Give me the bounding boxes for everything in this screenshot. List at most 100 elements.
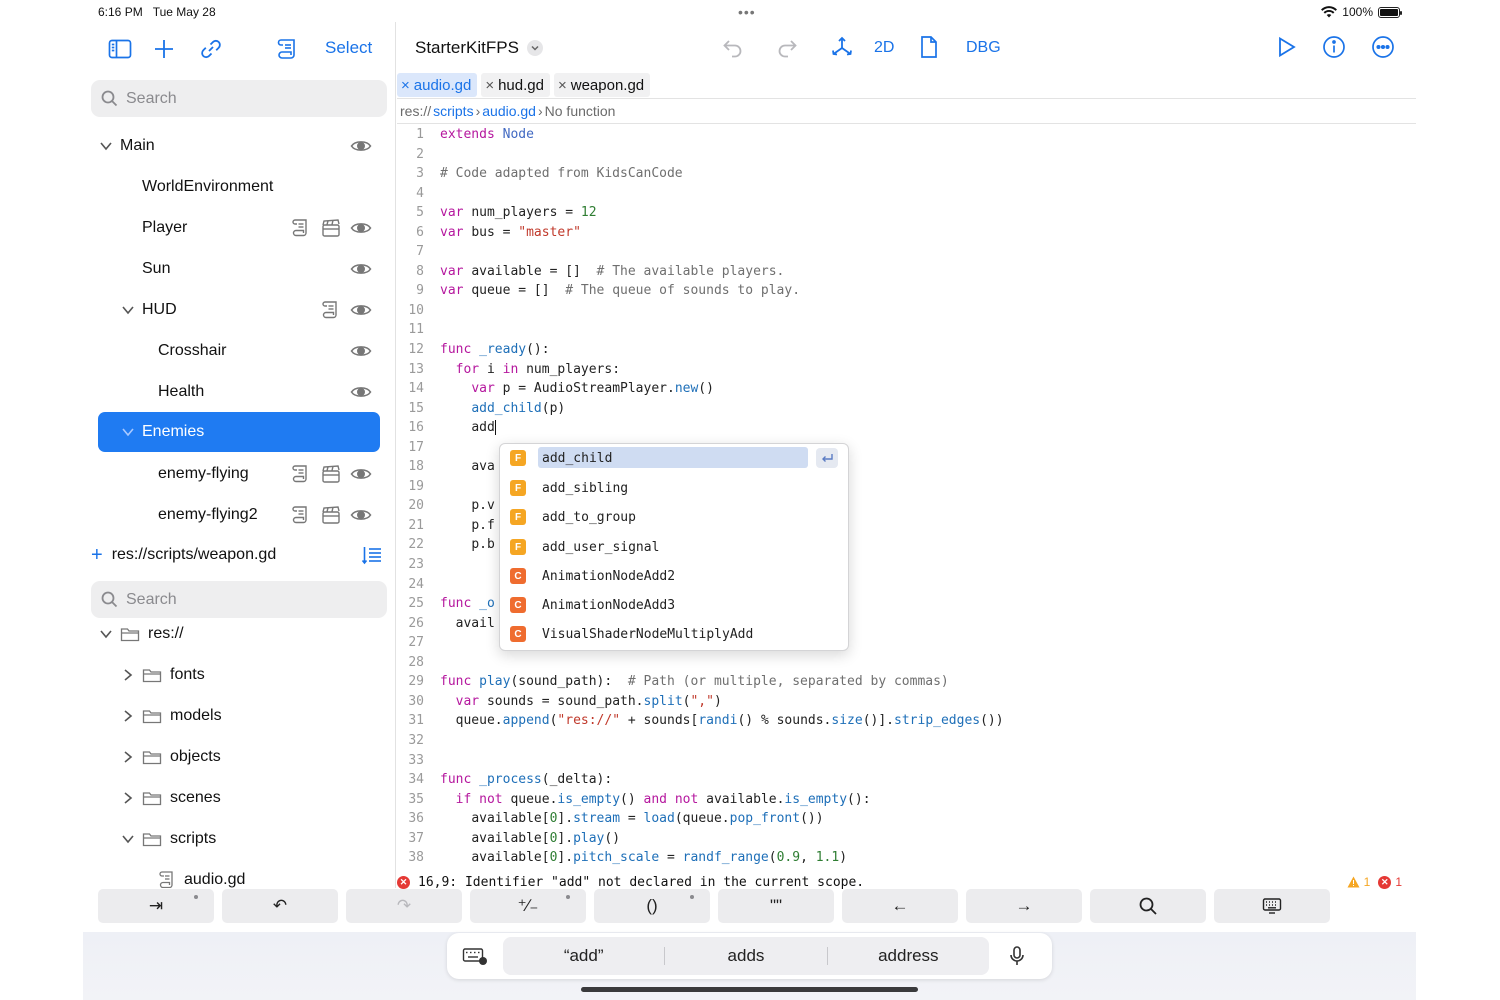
tree-node-crosshair[interactable]: Crosshair [98, 333, 380, 369]
script-icon[interactable] [290, 463, 312, 485]
chevron-down-icon[interactable] [98, 626, 114, 642]
script-icon[interactable] [320, 299, 342, 321]
debug-button[interactable]: DBG [966, 39, 1001, 57]
breadcrumb-folder[interactable]: scripts [433, 103, 473, 119]
file-node-res[interactable]: res:// [98, 616, 380, 652]
prediction-item[interactable]: adds [665, 946, 826, 966]
breadcrumb-file[interactable]: audio.gd [482, 103, 536, 119]
chevron-right-icon[interactable] [120, 708, 136, 724]
script-icon[interactable] [290, 217, 312, 239]
tree-node-main[interactable]: Main [98, 128, 380, 164]
search-key[interactable] [1090, 889, 1206, 923]
parentheses-key[interactable]: () [594, 889, 710, 923]
add-node-icon[interactable] [151, 36, 177, 62]
redo-key[interactable]: ↷ [346, 889, 462, 923]
project-selector[interactable]: StarterKitFPS [415, 38, 543, 58]
play-icon[interactable] [1273, 34, 1299, 65]
clapperboard-icon[interactable] [320, 217, 342, 239]
prediction-item[interactable]: address [828, 946, 989, 966]
clapperboard-icon[interactable] [320, 504, 342, 526]
left-arrow-key[interactable]: ← [842, 889, 958, 923]
diagnostic-counts[interactable]: 1 ✕ 1 [1347, 875, 1402, 889]
file-node-fonts[interactable]: fonts [98, 657, 380, 693]
tab-key[interactable]: ⇥ [98, 889, 214, 923]
chevron-down-icon[interactable] [120, 302, 136, 318]
eye-icon[interactable] [350, 504, 372, 526]
chevron-down-icon[interactable] [120, 831, 136, 847]
file-search-input[interactable] [126, 590, 366, 609]
error-message[interactable]: 16,9: Identifier "add" not declared in t… [418, 875, 864, 890]
chevron-right-icon[interactable] [120, 667, 136, 683]
breadcrumb-root[interactable]: res:// [400, 103, 431, 119]
plus-minus-key[interactable]: ⁺∕₋ [470, 889, 586, 923]
microphone-icon[interactable] [989, 933, 1045, 979]
eye-icon[interactable] [350, 217, 372, 239]
eye-icon[interactable] [350, 135, 372, 157]
file-node-scenes[interactable]: scenes [98, 780, 380, 816]
select-button[interactable]: Select [325, 38, 372, 58]
eye-icon[interactable] [350, 463, 372, 485]
file-search-field[interactable] [91, 581, 387, 618]
autocomplete-item[interactable]: C AnimationNodeAdd2 [504, 564, 844, 588]
return-key-icon[interactable] [816, 448, 838, 468]
autocomplete-item[interactable]: F add_child [504, 446, 844, 470]
tree-node-health[interactable]: Health [98, 374, 380, 410]
redo-icon[interactable] [774, 34, 800, 65]
file-node-audio-gd[interactable]: audio.gd [98, 862, 380, 888]
breadcrumb-function[interactable]: No function [545, 103, 616, 119]
info-icon[interactable] [1321, 34, 1347, 65]
top-multitask-dots[interactable]: ••• [738, 4, 756, 20]
tree-node-hud[interactable]: HUD [98, 292, 380, 328]
hide-keyboard-key[interactable] [1214, 889, 1330, 923]
clapperboard-icon[interactable] [320, 463, 342, 485]
close-icon[interactable]: × [485, 77, 494, 94]
chevron-right-icon[interactable] [120, 790, 136, 806]
keyboard-options-icon[interactable] [447, 933, 503, 979]
autocomplete-item[interactable]: F add_sibling [504, 476, 844, 500]
2d-mode-button[interactable]: 2D [874, 39, 894, 57]
eye-icon[interactable] [350, 299, 372, 321]
tree-node-sun[interactable]: Sun [98, 251, 380, 287]
eye-icon[interactable] [350, 258, 372, 280]
autocomplete-item[interactable]: C AnimationNodeAdd3 [504, 593, 844, 617]
close-icon[interactable]: × [558, 77, 567, 94]
chevron-down-icon[interactable] [526, 40, 543, 56]
quotes-key[interactable]: "" [718, 889, 834, 923]
autocomplete-item[interactable]: C VisualShaderNodeMultiplyAdd [504, 622, 844, 646]
tree-node-enemy-flying2[interactable]: enemy-flying2 [98, 497, 380, 533]
script-icon[interactable] [290, 504, 312, 526]
autocomplete-item[interactable]: F add_user_signal [504, 535, 844, 559]
close-icon[interactable]: × [401, 77, 410, 94]
chevron-right-icon[interactable] [120, 749, 136, 765]
open-file-row[interactable]: + res://scripts/weapon.gd [91, 542, 276, 568]
undo-key[interactable]: ↶ [222, 889, 338, 923]
tab-audio-gd[interactable]: × audio.gd [397, 73, 478, 97]
eye-icon[interactable] [350, 381, 372, 403]
sidebar-toggle-icon[interactable] [107, 36, 133, 62]
tree-node-enemies[interactable]: Enemies [98, 412, 380, 452]
scene-search-input[interactable] [126, 89, 366, 108]
list-numbered-icon[interactable] [361, 544, 383, 566]
tree-node-worldenvironment[interactable]: WorldEnvironment [98, 169, 380, 205]
3d-axes-icon[interactable] [829, 34, 855, 65]
link-icon[interactable] [198, 36, 224, 62]
chevron-down-icon[interactable] [98, 138, 114, 154]
file-node-objects[interactable]: objects [98, 739, 380, 775]
tab-hud-gd[interactable]: × hud.gd [481, 73, 550, 97]
tree-node-player[interactable]: Player [98, 210, 380, 246]
document-icon[interactable] [916, 34, 942, 65]
file-node-scripts[interactable]: scripts [98, 821, 380, 857]
undo-icon[interactable] [720, 34, 746, 65]
eye-icon[interactable] [350, 340, 372, 362]
home-indicator[interactable] [581, 987, 918, 992]
right-arrow-key[interactable]: → [966, 889, 1082, 923]
prediction-item[interactable]: “add” [503, 946, 664, 966]
file-node-models[interactable]: models [98, 698, 380, 734]
scene-search-field[interactable] [91, 80, 387, 117]
chevron-down-icon[interactable] [120, 424, 136, 440]
script-icon[interactable] [275, 36, 301, 62]
tree-node-enemy-flying[interactable]: enemy-flying [98, 456, 380, 492]
autocomplete-item[interactable]: F add_to_group [504, 505, 844, 529]
tab-weapon-gd[interactable]: × weapon.gd [553, 73, 651, 97]
more-options-icon[interactable] [1370, 34, 1396, 65]
